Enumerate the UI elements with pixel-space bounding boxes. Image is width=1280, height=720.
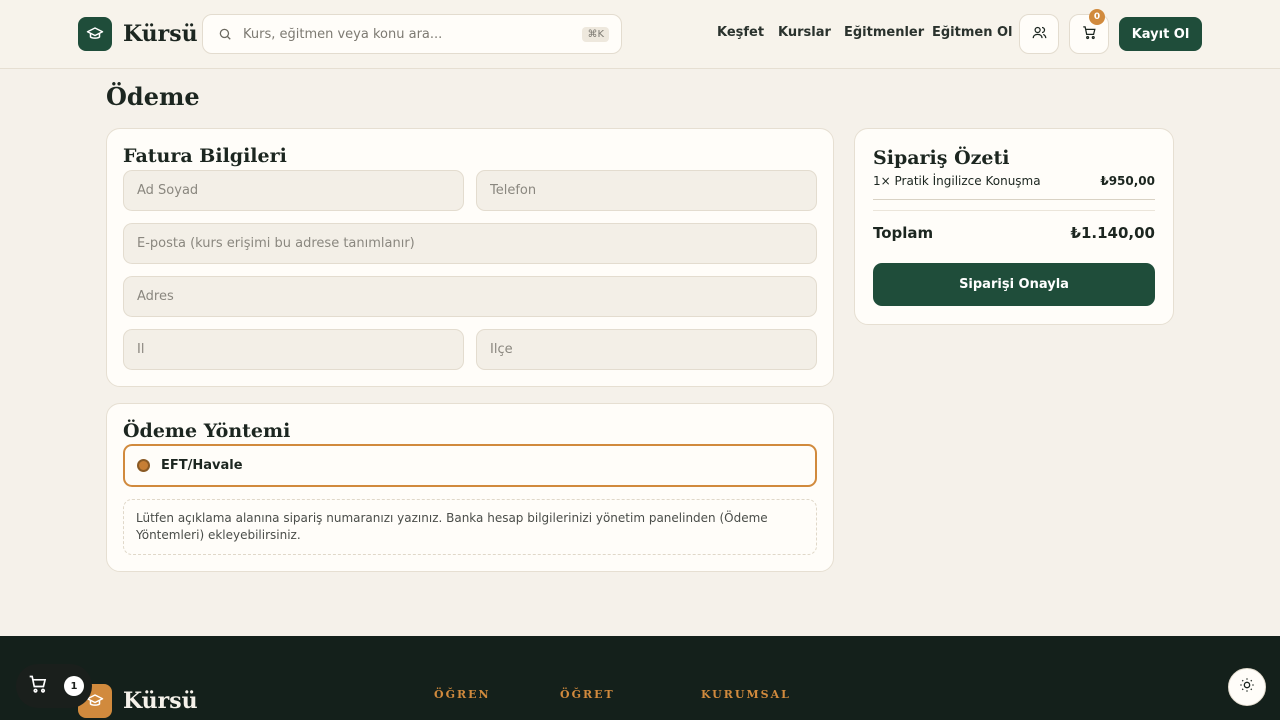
billing-card: Fatura Bilgileri bbox=[106, 128, 834, 387]
summary-title: Sipariş Özeti bbox=[873, 147, 1010, 169]
phone-field[interactable] bbox=[476, 170, 817, 211]
footer-brand-logo[interactable]: Kürsü bbox=[78, 684, 198, 718]
nav-discover[interactable]: Keşfet bbox=[717, 25, 764, 40]
radio-selected[interactable] bbox=[137, 459, 150, 472]
floating-cart-button[interactable]: 1 bbox=[16, 664, 92, 708]
users-icon bbox=[1032, 25, 1047, 44]
search-input[interactable] bbox=[243, 26, 583, 42]
payment-option-label: EFT/Havale bbox=[161, 458, 243, 473]
email-field[interactable] bbox=[123, 223, 817, 264]
payment-option-eft[interactable]: EFT/Havale bbox=[123, 444, 817, 487]
page-title: Ödeme bbox=[106, 82, 200, 111]
cart-button[interactable]: 0 bbox=[1069, 9, 1109, 54]
payment-title: Ödeme Yöntemi bbox=[123, 420, 291, 442]
cart-count-badge: 0 bbox=[1089, 9, 1105, 25]
total-value: ₺1.140,00 bbox=[1070, 224, 1155, 242]
divider bbox=[873, 199, 1155, 200]
sun-icon bbox=[1239, 677, 1255, 697]
nav-instructors[interactable]: Eğitmenler bbox=[844, 25, 924, 40]
billing-title: Fatura Bilgileri bbox=[123, 145, 287, 167]
theme-toggle-button[interactable] bbox=[1228, 668, 1266, 706]
graduation-cap-icon bbox=[78, 17, 112, 51]
brand-name: Kürsü bbox=[123, 21, 198, 47]
cart-icon bbox=[1082, 25, 1097, 44]
signup-button[interactable]: Kayıt Ol bbox=[1119, 17, 1202, 51]
search-shortcut: ⌘K bbox=[582, 26, 609, 42]
floating-cart-count: 1 bbox=[64, 676, 84, 696]
order-summary-card: Sipariş Özeti 1× Pratik İngilizce Konuşm… bbox=[854, 128, 1174, 325]
search-bar[interactable]: ⌘K bbox=[202, 14, 622, 54]
brand-logo[interactable]: Kürsü bbox=[78, 17, 198, 51]
footer: Kürsü ÖĞREN ÖĞRET KURUMSAL bbox=[0, 636, 1280, 720]
city-field[interactable] bbox=[123, 329, 464, 370]
cart-icon bbox=[28, 674, 48, 698]
search-icon bbox=[217, 26, 233, 42]
footer-heading-learn: ÖĞREN bbox=[434, 688, 491, 701]
footer-brand-name: Kürsü bbox=[123, 688, 198, 714]
nav-become-instructor[interactable]: Eğitmen Ol bbox=[932, 25, 1013, 40]
summary-item-label: 1× Pratik İngilizce Konuşma bbox=[873, 174, 1041, 188]
account-button[interactable] bbox=[1019, 14, 1059, 54]
summary-item-price: ₺950,00 bbox=[1100, 174, 1155, 188]
total-label: Toplam bbox=[873, 224, 934, 242]
nav-courses[interactable]: Kurslar bbox=[778, 25, 831, 40]
full-name-field[interactable] bbox=[123, 170, 464, 211]
footer-heading-corporate: KURUMSAL bbox=[701, 688, 791, 701]
payment-note: Lütfen açıklama alanına sipariş numaranı… bbox=[123, 499, 817, 555]
confirm-order-button[interactable]: Siparişi Onayla bbox=[873, 263, 1155, 306]
district-field[interactable] bbox=[476, 329, 817, 370]
divider bbox=[873, 210, 1155, 211]
payment-card: Ödeme Yöntemi EFT/Havale Lütfen açıklama… bbox=[106, 403, 834, 572]
top-header: Kürsü ⌘K Keşfet Kurslar Eğitmenler Eğitm… bbox=[0, 0, 1280, 69]
address-field[interactable] bbox=[123, 276, 817, 317]
footer-heading-teach: ÖĞRET bbox=[560, 688, 615, 701]
